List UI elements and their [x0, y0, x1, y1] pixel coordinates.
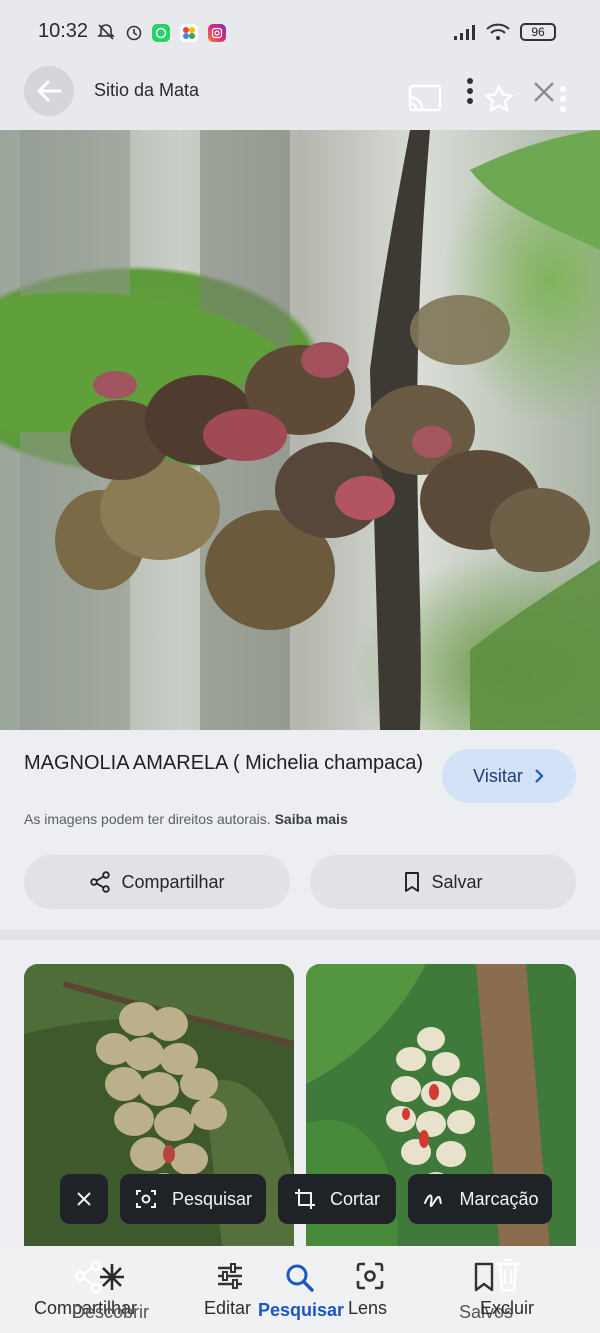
close-icon: [77, 1192, 91, 1206]
more-vertical-icon[interactable]: [555, 84, 571, 114]
lens-search-icon: [135, 1190, 156, 1208]
magnolia-fruit-illustration: [0, 130, 600, 730]
nav-label-search[interactable]: Pesquisar: [258, 1300, 344, 1321]
more-vertical-icon[interactable]: [462, 76, 478, 106]
battery-icon: 96: [520, 23, 556, 41]
save-button[interactable]: Salvar: [310, 855, 576, 909]
battery-level: 96: [531, 25, 545, 39]
lens-search-label: Pesquisar: [171, 1188, 253, 1209]
visit-label: Visitar: [473, 765, 523, 786]
site-name[interactable]: Sitio da Mata: [94, 80, 199, 101]
bookmark-icon: [405, 872, 420, 892]
wifi-icon: [485, 22, 511, 42]
divider: [0, 930, 600, 940]
markup-icon: [424, 1194, 443, 1207]
copyright-notice: As imagens podem ter direitos autorais. …: [24, 811, 348, 827]
search-icon[interactable]: [284, 1262, 316, 1294]
close-lens-button[interactable]: [60, 1174, 108, 1224]
lens-search-button[interactable]: Pesquisar: [120, 1174, 266, 1224]
share-button[interactable]: Compartilhar: [24, 855, 290, 909]
back-button[interactable]: [24, 66, 74, 116]
nav-label-delete[interactable]: Excluir: [480, 1298, 534, 1319]
close-icon[interactable]: [530, 78, 558, 106]
nav-label-discover[interactable]: Descobrir: [72, 1302, 149, 1323]
result-image[interactable]: [0, 130, 600, 730]
signal-icon: [452, 22, 480, 42]
visit-button[interactable]: Visitar: [442, 749, 576, 803]
mute-icon: [96, 22, 116, 42]
nav-share-discover-icon[interactable]: [72, 1260, 132, 1296]
status-time: 10:32: [38, 20, 89, 42]
lens-icon[interactable]: [354, 1260, 386, 1292]
chevron-right-icon: [535, 769, 544, 783]
save-label: Salvar: [431, 871, 483, 892]
markup-button[interactable]: Marcação: [408, 1174, 552, 1224]
markup-label: Marcação: [459, 1188, 539, 1209]
copyright-text: As imagens podem ter direitos autorais.: [24, 811, 271, 827]
nav-label-lens[interactable]: Lens: [348, 1298, 387, 1319]
instagram-icon: [208, 24, 226, 42]
edit-icon[interactable]: [214, 1260, 246, 1292]
crop-icon: [294, 1189, 315, 1209]
learn-more-link[interactable]: Saiba mais: [275, 811, 348, 827]
cast-icon[interactable]: [406, 82, 444, 114]
crop-label: Cortar: [329, 1188, 380, 1209]
nav-saved-delete-icon[interactable]: [472, 1258, 526, 1294]
alarm-icon: [124, 22, 144, 42]
result-title[interactable]: MAGNOLIA AMARELA ( Michelia champaca): [24, 750, 424, 776]
nav-label-edit[interactable]: Editar: [204, 1298, 251, 1319]
share-label: Compartilhar: [121, 871, 225, 892]
back-arrow-icon: [37, 80, 62, 102]
photos-icon: [180, 24, 198, 42]
share-icon: [90, 871, 111, 893]
crop-button[interactable]: Cortar: [278, 1174, 396, 1224]
whatsapp-icon: [152, 24, 170, 42]
star-icon[interactable]: [482, 82, 516, 116]
